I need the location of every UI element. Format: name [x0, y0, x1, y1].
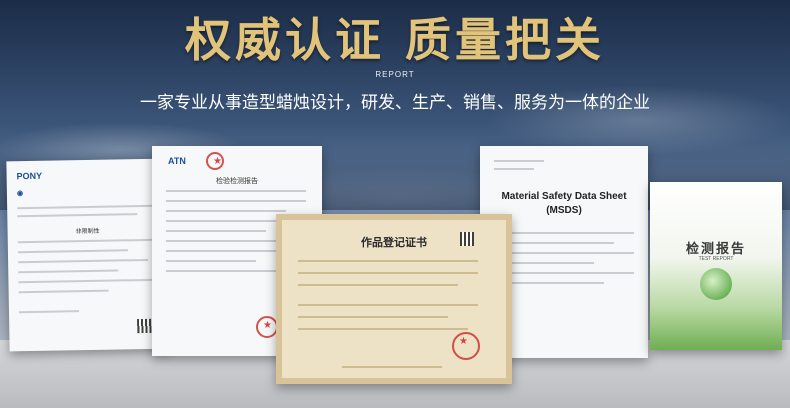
atn-logo: ATN [168, 156, 186, 166]
ma-seal-icon [206, 152, 224, 170]
banner-title: 权威认证 质量把关 [184, 13, 605, 67]
certificate-pony: PONY ◉ 非限制性 [6, 158, 170, 352]
work-registration-certificate: 作品登记证书 [276, 214, 512, 384]
msds-title-line1: Material Safety Data Sheet [501, 191, 627, 202]
certification-banner: 权威认证 质量把关 REPORT 一家专业从事造型蜡烛设计，研发、生产、销售、服… [0, 0, 790, 408]
report-label: REPORT [375, 70, 415, 79]
cert-qr-code-icon [460, 232, 474, 246]
cnas-logo-icon: ◉ [16, 190, 24, 198]
globe-icon [700, 268, 732, 300]
banner-subtitle: 一家专业从事造型蜡烛设计，研发、生产、销售、服务为一体的企业 [140, 93, 650, 113]
doc1-heading: 非限制性 [75, 227, 100, 236]
test-report: 检测报告 TEST REPORT [650, 182, 782, 350]
red-seal-icon [256, 316, 278, 338]
pony-logo: PONY [16, 170, 43, 182]
doc2-heading: 检验检测报告 [216, 177, 258, 185]
cert-seal-icon [452, 332, 480, 360]
test-report-subtitle: TEST REPORT [698, 256, 734, 262]
qr-code-icon [137, 318, 152, 334]
test-report-title: 检测报告 [685, 242, 746, 257]
